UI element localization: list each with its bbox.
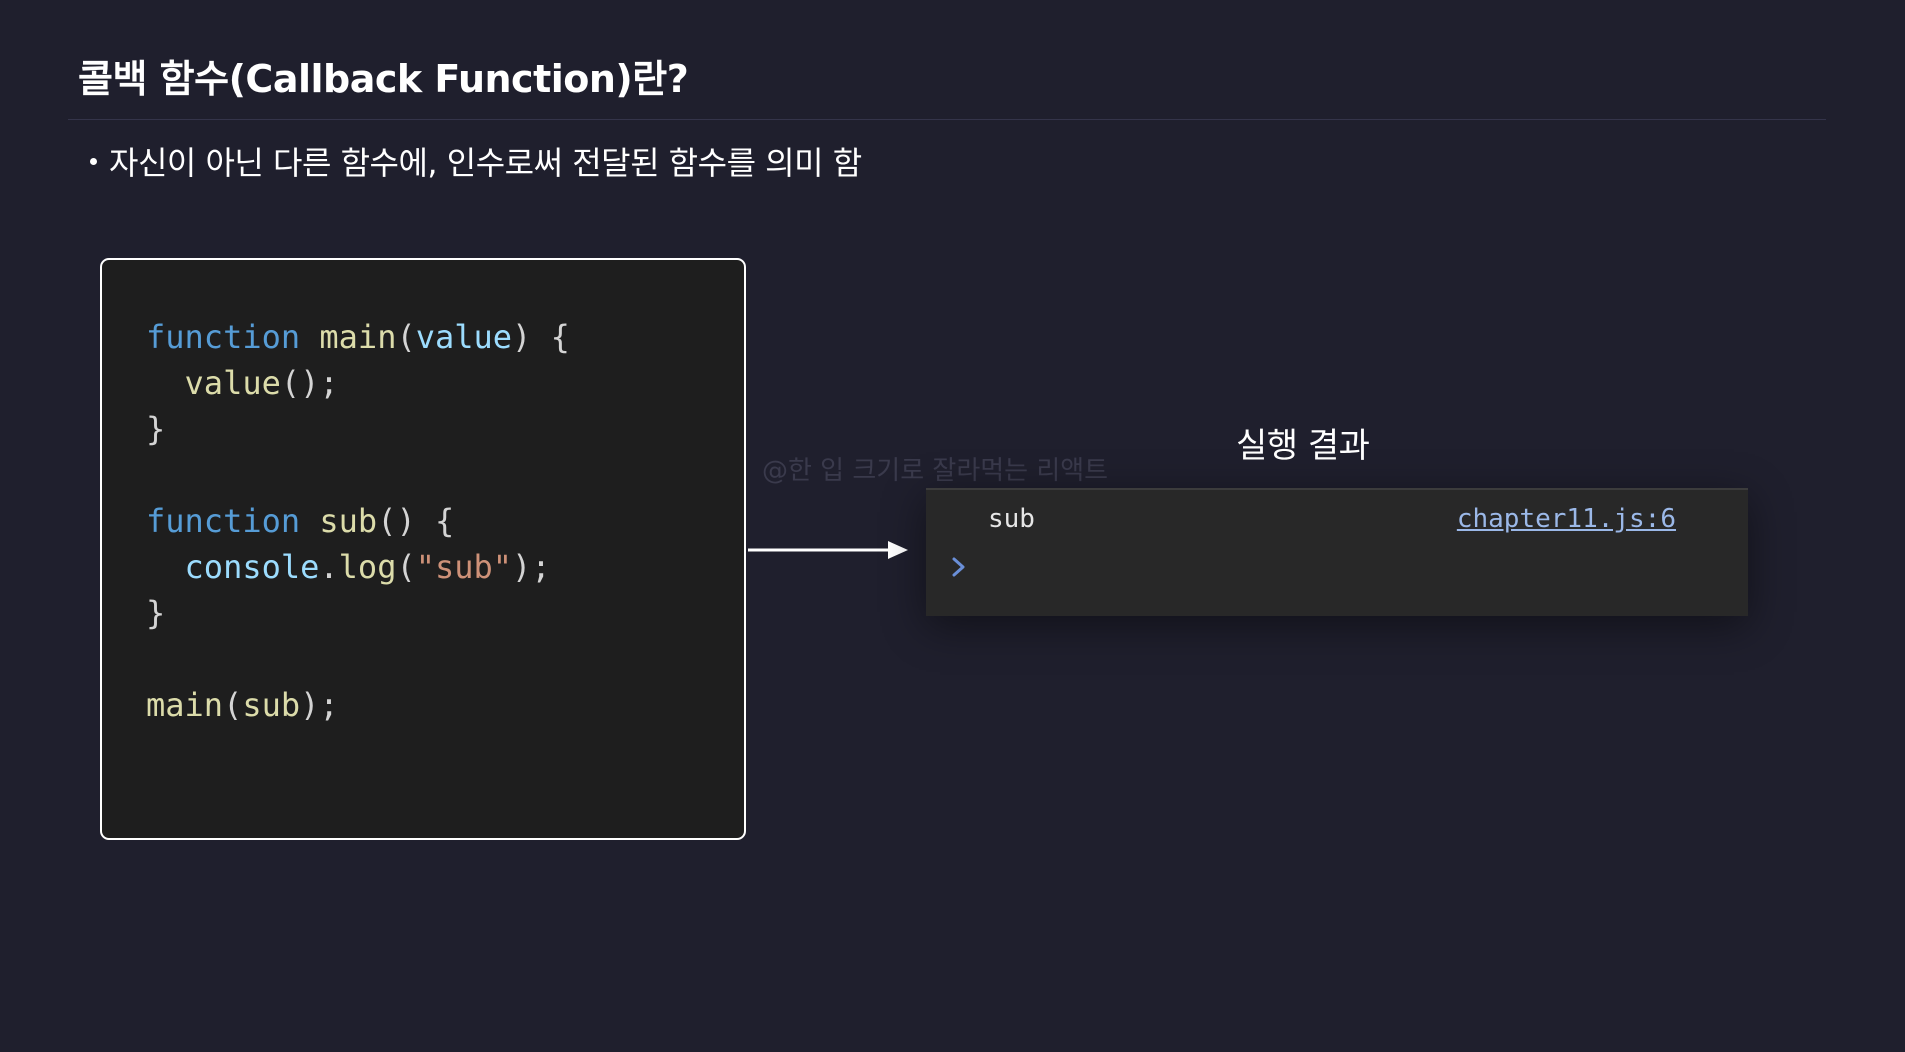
bullet-text: 자신이 아닌 다른 함수에, 인수로써 전달된 함수를 의미 함 bbox=[109, 144, 862, 182]
code-token: "sub" bbox=[415, 548, 513, 586]
code-line: main(sub); bbox=[146, 682, 570, 728]
console-message: sub bbox=[988, 504, 1035, 534]
slide: 콜백 함수(Callback Function)란? 자신이 아닌 다른 함수에… bbox=[0, 0, 1905, 1052]
code-line: } bbox=[146, 590, 570, 636]
code-token: ); bbox=[512, 548, 551, 586]
console-source-link[interactable]: chapter11.js:6 bbox=[1457, 504, 1676, 534]
console-panel: sub chapter11.js:6 bbox=[926, 488, 1748, 616]
bullet-dot-icon bbox=[90, 157, 97, 165]
arrow-right-icon bbox=[748, 541, 908, 559]
code-token: value bbox=[415, 318, 513, 356]
bullet-item: 자신이 아닌 다른 함수에, 인수로써 전달된 함수를 의미 함 bbox=[90, 138, 862, 184]
code-token: main bbox=[146, 686, 224, 724]
code-token: () { bbox=[377, 502, 455, 540]
code-token: function bbox=[146, 318, 301, 356]
code-token: value bbox=[184, 364, 281, 402]
code-line: function sub() { bbox=[146, 498, 570, 544]
code-token: ( bbox=[396, 548, 416, 586]
code-token: . bbox=[319, 548, 339, 586]
watermark: @한 입 크기로 잘라먹는 리액트 bbox=[762, 456, 1109, 486]
result-label: 실행 결과 bbox=[1236, 426, 1370, 466]
code-token: function bbox=[146, 502, 301, 540]
code-line: function main(value) { bbox=[146, 314, 570, 360]
slide-title: 콜백 함수(Callback Function)란? bbox=[78, 57, 689, 101]
chevron-right-icon[interactable] bbox=[944, 552, 974, 582]
code-token: ( bbox=[396, 318, 416, 356]
code-token: ); bbox=[300, 686, 339, 724]
code-token: (); bbox=[280, 364, 339, 402]
code-block: function main(value) { value();} function… bbox=[100, 258, 746, 840]
code-line: value(); bbox=[146, 360, 570, 406]
code-token: sub bbox=[319, 502, 378, 540]
code-token: main bbox=[319, 318, 397, 356]
code-line: console.log("sub"); bbox=[146, 544, 570, 590]
title-divider bbox=[68, 119, 1826, 120]
code-token: } bbox=[146, 594, 166, 632]
code-token: ) { bbox=[512, 318, 570, 356]
console-log-row: sub chapter11.js:6 bbox=[926, 490, 1748, 546]
code-token: log bbox=[338, 548, 397, 586]
code-line: } bbox=[146, 406, 570, 452]
code-content: function main(value) { value();} function… bbox=[146, 314, 570, 728]
code-token: console bbox=[184, 548, 320, 586]
code-token: ( bbox=[223, 686, 243, 724]
code-token: } bbox=[146, 410, 166, 448]
code-token: sub bbox=[242, 686, 301, 724]
